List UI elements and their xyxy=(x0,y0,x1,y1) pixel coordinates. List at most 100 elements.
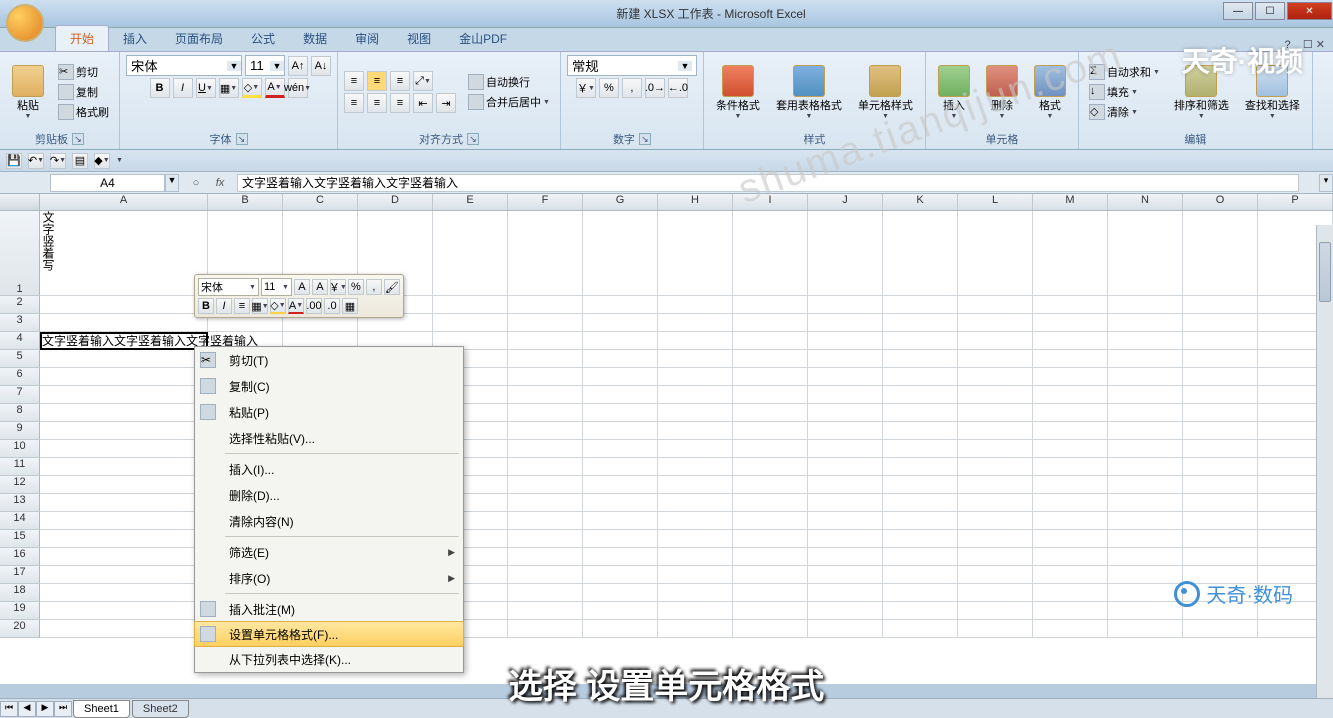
ctx-clear[interactable]: 清除内容(N) xyxy=(195,508,463,534)
cell-a2[interactable] xyxy=(40,296,208,314)
ctx-pick-from-list[interactable]: 从下拉列表中选择(K)... xyxy=(195,646,463,672)
ctx-format-cells[interactable]: 设置单元格格式(F)... xyxy=(194,621,464,647)
row-header-19[interactable]: 19 xyxy=(0,602,40,620)
ctx-filter[interactable]: 筛选(E)▶ xyxy=(195,539,463,565)
row-header-12[interactable]: 12 xyxy=(0,476,40,494)
cell-a11[interactable] xyxy=(40,458,208,476)
col-header-j[interactable]: J xyxy=(808,194,883,210)
font-size-combo[interactable]: ▼ xyxy=(245,55,285,76)
ctx-delete[interactable]: 删除(D)... xyxy=(195,482,463,508)
number-format-combo[interactable]: ▼ xyxy=(567,55,697,76)
cell-a14[interactable] xyxy=(40,512,208,530)
col-header-n[interactable]: N xyxy=(1108,194,1183,210)
col-header-d[interactable]: D xyxy=(358,194,433,210)
currency-icon[interactable]: ￥▼ xyxy=(576,78,596,98)
row-header-2[interactable]: 2 xyxy=(0,296,40,314)
col-header-l[interactable]: L xyxy=(958,194,1033,210)
cell-a6[interactable] xyxy=(40,368,208,386)
tab-review[interactable]: 审阅 xyxy=(341,26,393,51)
cell-a7[interactable] xyxy=(40,386,208,404)
mini-fontcolor-icon[interactable]: A▼ xyxy=(288,298,304,314)
align-left-icon[interactable]: ≡ xyxy=(344,93,364,113)
increase-decimal-icon[interactable]: .0→ xyxy=(645,78,665,98)
row-header-14[interactable]: 14 xyxy=(0,512,40,530)
name-box[interactable] xyxy=(50,174,165,192)
col-header-g[interactable]: G xyxy=(583,194,658,210)
row-header-6[interactable]: 6 xyxy=(0,368,40,386)
ctx-insert[interactable]: 插入(I)... xyxy=(195,456,463,482)
row-header-20[interactable]: 20 xyxy=(0,620,40,638)
sheet-nav-first-icon[interactable]: ⏮ xyxy=(0,701,18,717)
col-header-o[interactable]: O xyxy=(1183,194,1258,210)
font-launcher-icon[interactable]: ↘ xyxy=(236,133,248,145)
align-bottom-icon[interactable]: ≡ xyxy=(390,71,410,91)
col-header-c[interactable]: C xyxy=(283,194,358,210)
row-header-10[interactable]: 10 xyxy=(0,440,40,458)
cell-a20[interactable] xyxy=(40,620,208,638)
cell-a16[interactable] xyxy=(40,548,208,566)
grow-font-icon[interactable]: A↑ xyxy=(288,56,308,76)
undo-icon[interactable]: ↶▼ xyxy=(28,153,44,169)
row-header-3[interactable]: 3 xyxy=(0,314,40,332)
delete-cells-button[interactable]: 删除▼ xyxy=(980,63,1024,122)
autosum-button[interactable]: Σ自动求和▼ xyxy=(1085,63,1164,81)
col-header-e[interactable]: E xyxy=(433,194,508,210)
col-header-m[interactable]: M xyxy=(1033,194,1108,210)
comma-icon[interactable]: , xyxy=(622,78,642,98)
cell-a17[interactable] xyxy=(40,566,208,584)
formula-input[interactable] xyxy=(237,174,1299,192)
row-header-7[interactable]: 7 xyxy=(0,386,40,404)
format-cells-button[interactable]: 格式▼ xyxy=(1028,63,1072,122)
mini-italic-icon[interactable]: I xyxy=(216,298,232,314)
fill-button[interactable]: ↓填充▼ xyxy=(1085,83,1164,101)
mini-fillcolor-icon[interactable]: ◇▼ xyxy=(270,298,286,314)
tab-layout[interactable]: 页面布局 xyxy=(161,26,237,51)
col-header-a[interactable]: A xyxy=(40,194,208,210)
cell-a5[interactable] xyxy=(40,350,208,368)
indent-inc-icon[interactable]: ⇥ xyxy=(436,93,456,113)
qat-print-icon[interactable]: ▤ xyxy=(72,153,88,169)
mini-dec-inc-icon[interactable]: .00 xyxy=(306,298,322,314)
row-header-1[interactable]: 1 xyxy=(0,211,40,296)
underline-button[interactable]: U▼ xyxy=(196,78,216,98)
decrease-decimal-icon[interactable]: ←.0 xyxy=(668,78,688,98)
phonetic-button[interactable]: wén▼ xyxy=(288,78,308,98)
col-header-k[interactable]: K xyxy=(883,194,958,210)
ctx-sort[interactable]: 排序(O)▶ xyxy=(195,565,463,591)
cell-a3[interactable] xyxy=(40,314,208,332)
ctx-paste-special[interactable]: 选择性粘贴(V)... xyxy=(195,425,463,451)
row-header-8[interactable]: 8 xyxy=(0,404,40,422)
close-button[interactable]: ✕ xyxy=(1287,2,1332,20)
cell-a9[interactable] xyxy=(40,422,208,440)
row-header-11[interactable]: 11 xyxy=(0,458,40,476)
col-header-b[interactable]: B xyxy=(208,194,283,210)
row-header-18[interactable]: 18 xyxy=(0,584,40,602)
ctx-paste[interactable]: 粘贴(P) xyxy=(195,399,463,425)
insert-cells-button[interactable]: 插入▼ xyxy=(932,63,976,122)
maximize-button[interactable]: ☐ xyxy=(1255,2,1285,20)
row-header-13[interactable]: 13 xyxy=(0,494,40,512)
tab-wps[interactable]: 金山PDF xyxy=(445,26,521,51)
row-header-17[interactable]: 17 xyxy=(0,566,40,584)
paste-button[interactable]: 粘贴▼ xyxy=(6,63,50,122)
mini-merge-icon[interactable]: ▦ xyxy=(342,298,358,314)
mini-currency-icon[interactable]: ￥▼ xyxy=(330,279,346,295)
row-header-4[interactable]: 4 xyxy=(0,332,40,350)
cell-style-button[interactable]: 单元格样式▼ xyxy=(852,63,919,122)
merge-center-button[interactable]: 合并后居中▼ xyxy=(464,93,554,111)
cell-a19[interactable] xyxy=(40,602,208,620)
row-header-9[interactable]: 9 xyxy=(0,422,40,440)
col-header-h[interactable]: H xyxy=(658,194,733,210)
row-header-5[interactable]: 5 xyxy=(0,350,40,368)
cell-a8[interactable] xyxy=(40,404,208,422)
row-header-16[interactable]: 16 xyxy=(0,548,40,566)
ctx-copy[interactable]: 复制(C) xyxy=(195,373,463,399)
tab-home[interactable]: 开始 xyxy=(55,25,109,51)
mini-comma-icon[interactable]: , xyxy=(366,279,382,295)
italic-button[interactable]: I xyxy=(173,78,193,98)
cell-a12[interactable] xyxy=(40,476,208,494)
clipboard-launcher-icon[interactable]: ↘ xyxy=(72,133,84,145)
col-header-f[interactable]: F xyxy=(508,194,583,210)
ctx-insert-comment[interactable]: 插入批注(M) xyxy=(195,596,463,622)
cell-a10[interactable] xyxy=(40,440,208,458)
